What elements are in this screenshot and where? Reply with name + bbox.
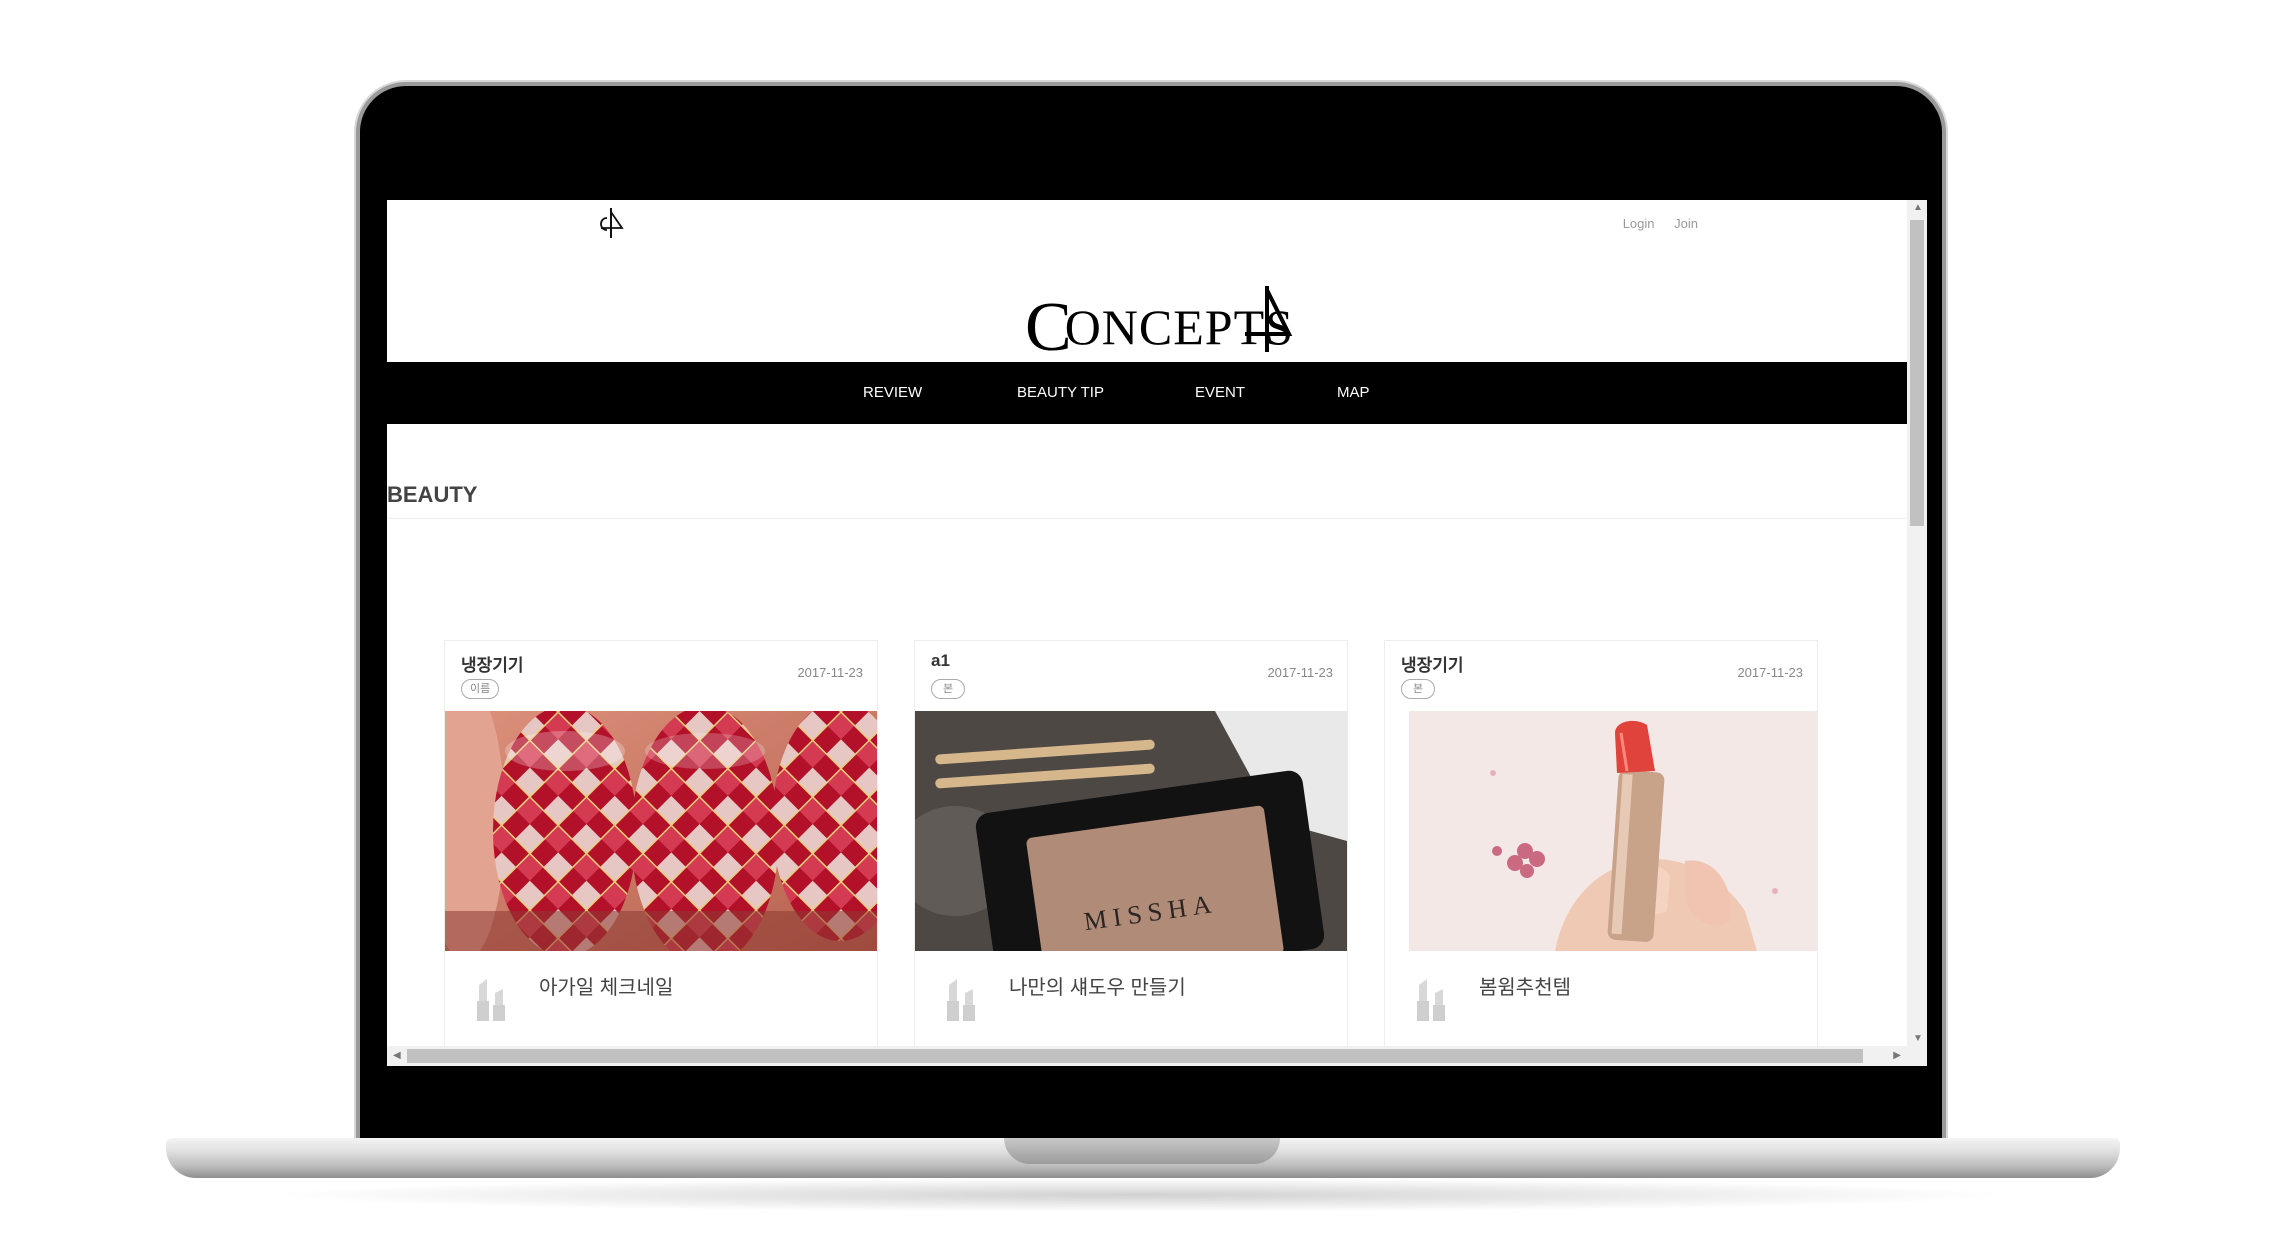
laptop-shadow — [260, 1178, 2020, 1212]
main-nav: REVIEW BEAUTY TIP EVENT MAP — [387, 362, 1907, 424]
browser-viewport: Login Join CONCEPTS REVIEW BEAUTY TIP EV… — [387, 200, 1927, 1066]
missha-eyeshadow-photo[interactable]: MISSHA — [915, 711, 1347, 951]
card-badge: 본 — [1401, 679, 1435, 699]
post-card[interactable]: 냉장기기 2017-11-23 이름 아가일 체크네일 — [444, 640, 878, 1066]
vertical-scrollbar[interactable]: ▲ ▼ — [1907, 200, 1927, 1046]
card-author: 냉장기기 — [1401, 656, 1464, 675]
argyle-nail-photo[interactable] — [445, 711, 877, 951]
section-title: BEAUTY — [387, 482, 478, 507]
lipstick-icon — [1405, 975, 1459, 1023]
card-author: 냉장기기 — [461, 656, 524, 675]
red-lipstick-photo[interactable] — [1385, 711, 1817, 951]
lipstick-icon — [935, 975, 989, 1023]
horizontal-scroll-thumb[interactable] — [407, 1049, 1863, 1063]
card-badge: 본 — [931, 679, 965, 699]
card-date: 2017-11-23 — [797, 665, 863, 680]
brand-4-mark — [1245, 286, 1293, 352]
scroll-left-arrow-icon[interactable]: ◀ — [393, 1050, 401, 1061]
section-divider — [387, 518, 1907, 519]
card-date: 2017-11-23 — [1267, 665, 1333, 680]
account-links: Login Join — [1607, 216, 1698, 231]
scroll-down-arrow-icon[interactable]: ▼ — [1913, 1033, 1923, 1044]
vertical-scroll-thumb[interactable] — [1910, 220, 1924, 526]
card-title[interactable]: 나만의 섀도우 만들기 — [1009, 971, 1186, 1000]
card-title[interactable]: 아가일 체크네일 — [539, 971, 673, 1000]
lipstick-icon — [465, 975, 519, 1023]
join-link[interactable]: Join — [1674, 216, 1698, 231]
card-author: a1 — [931, 651, 950, 670]
nav-beauty-tip[interactable]: BEAUTY TIP — [1017, 384, 1104, 401]
scroll-up-arrow-icon[interactable]: ▲ — [1913, 202, 1923, 213]
card-date: 2017-11-23 — [1737, 665, 1803, 680]
horizontal-scrollbar[interactable]: ◀ ▶ — [387, 1046, 1927, 1066]
brand-logo[interactable]: CONCEPTS — [1003, 270, 1293, 366]
login-link[interactable]: Login — [1623, 216, 1655, 231]
brand-initial: C — [1025, 289, 1073, 366]
laptop-notch — [1004, 1138, 1280, 1164]
post-card[interactable]: 냉장기기 2017-11-23 본 봄윔추천템 — [1384, 640, 1818, 1066]
post-card[interactable]: a1 2017-11-23 본 MISSHA 나만의 섀도우 만들기 — [914, 640, 1348, 1066]
concepts4-mark-icon[interactable] — [595, 206, 625, 240]
card-title[interactable]: 봄윔추천템 — [1479, 971, 1571, 1000]
nav-map[interactable]: MAP — [1337, 384, 1370, 401]
nav-event[interactable]: EVENT — [1195, 384, 1245, 401]
nav-review[interactable]: REVIEW — [863, 384, 922, 401]
card-badge: 이름 — [461, 679, 500, 699]
scroll-right-arrow-icon[interactable]: ▶ — [1893, 1050, 1901, 1061]
